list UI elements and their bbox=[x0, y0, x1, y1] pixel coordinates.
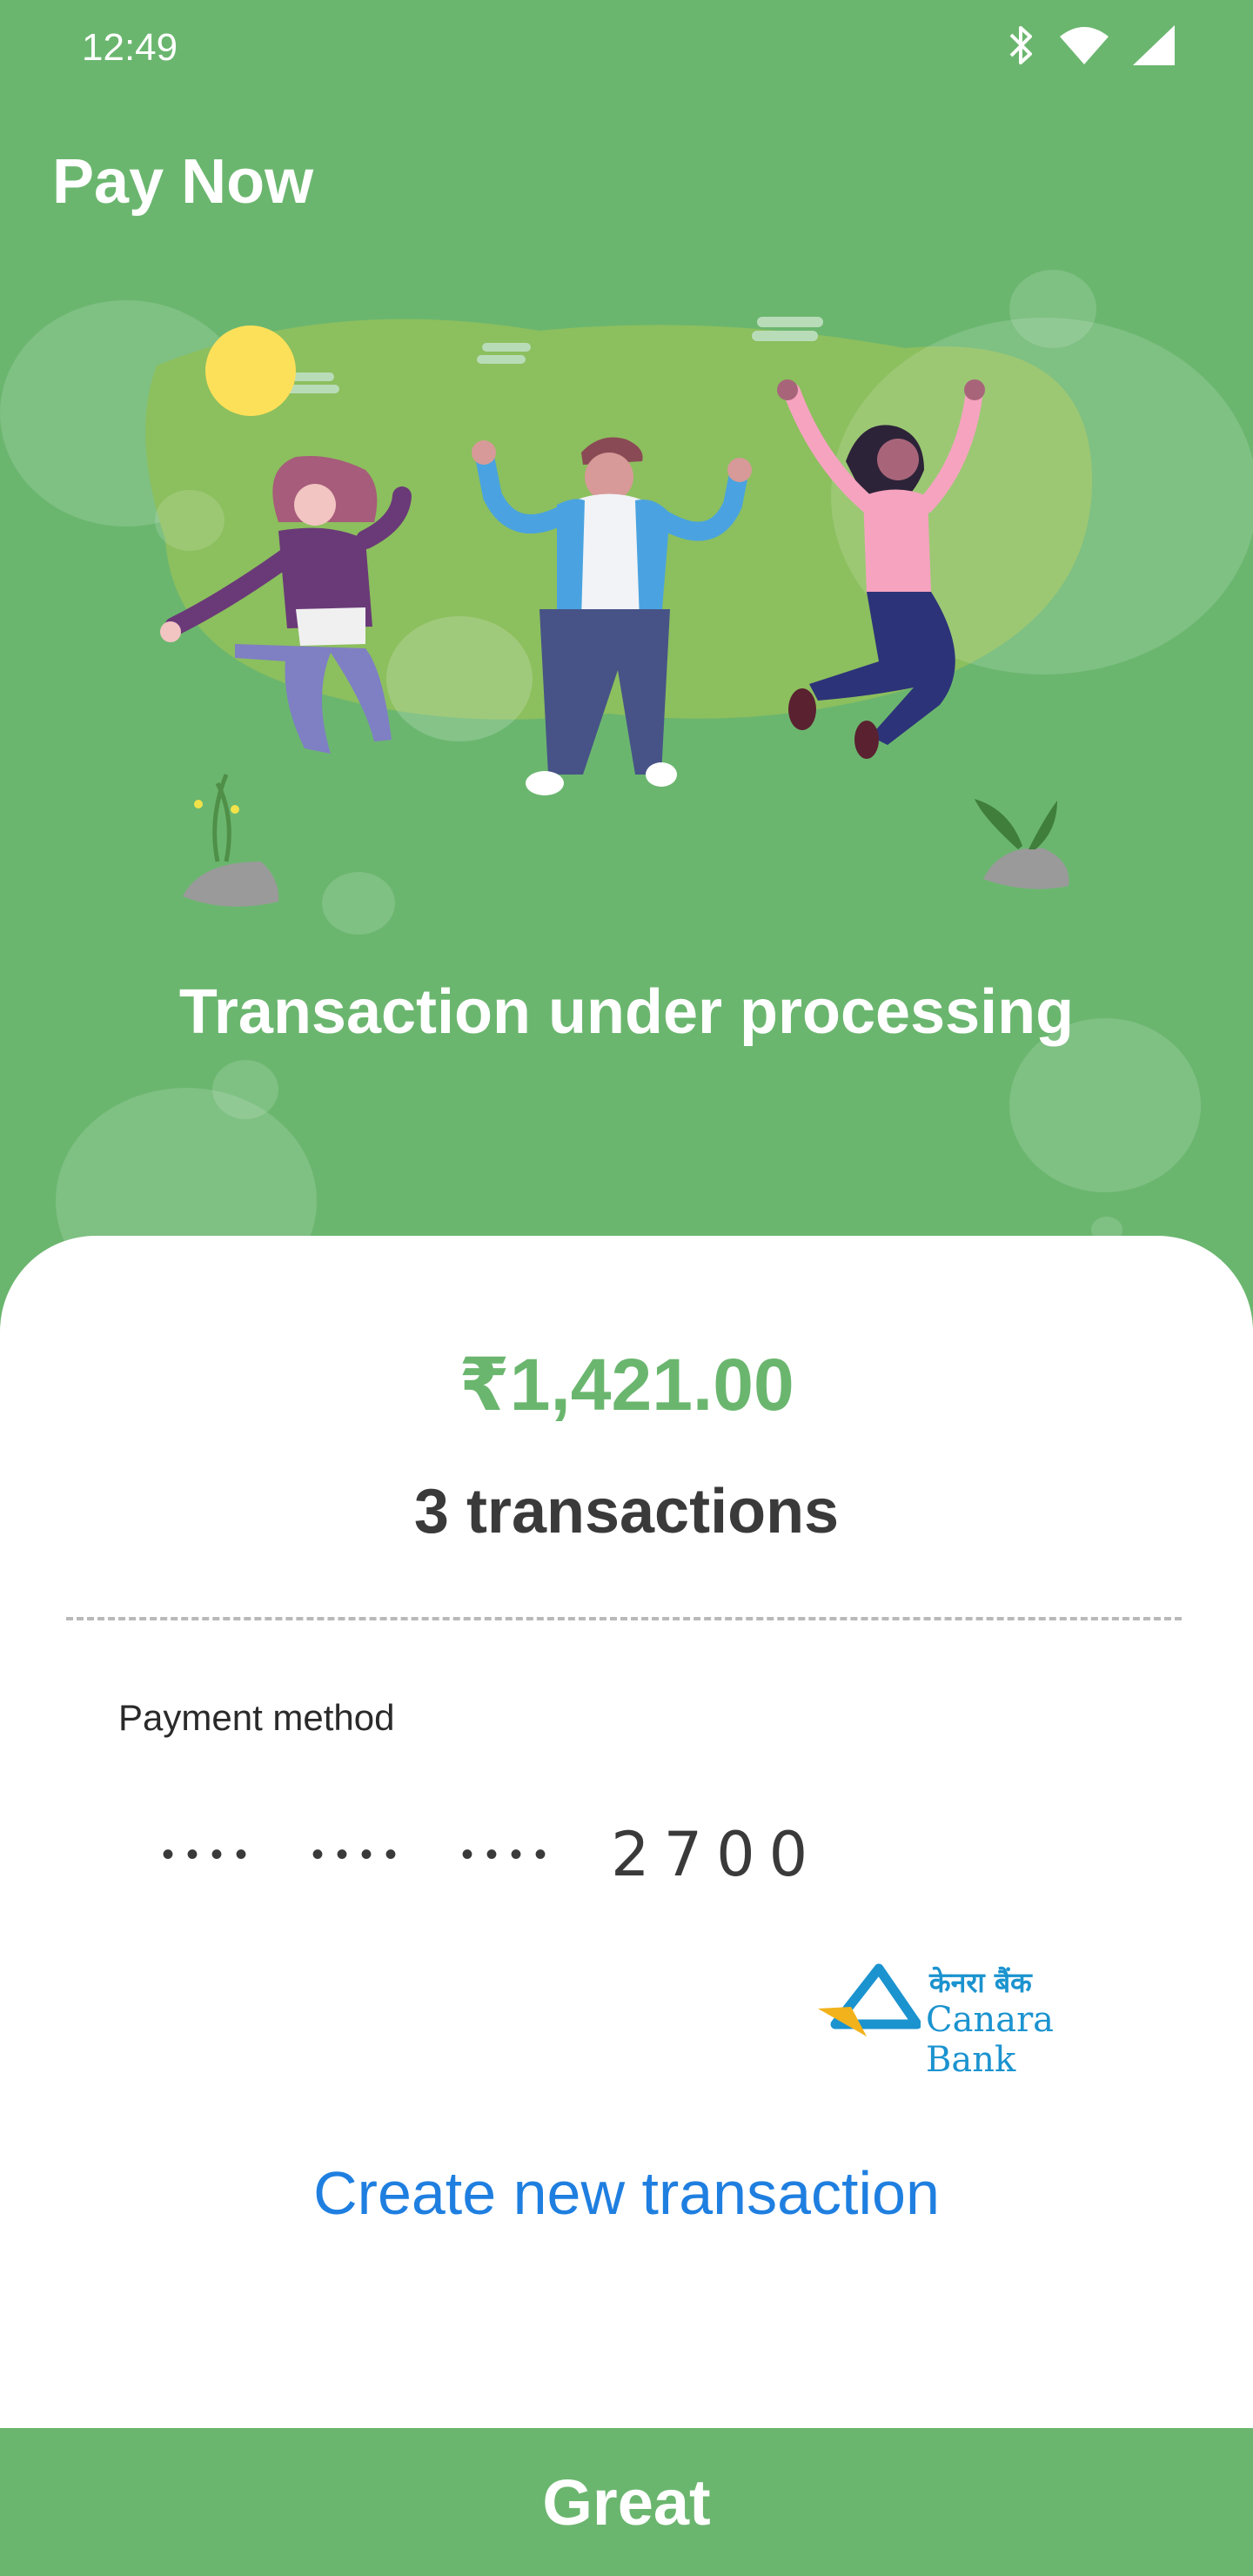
wifi-icon bbox=[1060, 27, 1109, 64]
card-mask-group: •••• bbox=[461, 1835, 559, 1874]
create-new-transaction-link[interactable]: Create new transaction bbox=[0, 2158, 1253, 2228]
card-last-four: 2700 bbox=[611, 1819, 822, 1890]
status-time: 12:49 bbox=[82, 26, 178, 69]
bank-name-hindi: केनरा बैंक bbox=[929, 1966, 1032, 1999]
great-button[interactable]: Great bbox=[0, 2428, 1253, 2576]
bank-name: Canara Bank bbox=[926, 2000, 1055, 2080]
masked-card-number: •••• •••• •••• 2700 bbox=[162, 1819, 821, 1890]
page-title: Pay Now bbox=[52, 147, 314, 217]
payment-method-label: Payment method bbox=[118, 1697, 395, 1738]
bluetooth-icon bbox=[1009, 26, 1032, 64]
dashed-divider bbox=[66, 1617, 1182, 1620]
canara-bank-logo-icon bbox=[818, 1963, 921, 2036]
hero-illustration bbox=[145, 317, 1253, 935]
transaction-amount: ₹1,421.00 bbox=[459, 1344, 794, 1426]
transaction-summary-card: ₹1,421.00 3 transactions Payment method … bbox=[0, 1236, 1253, 2428]
signal-icon bbox=[1133, 25, 1175, 65]
decor-bubble bbox=[212, 1060, 278, 1119]
card-mask-group: •••• bbox=[312, 1835, 410, 1874]
card-mask-group: •••• bbox=[162, 1835, 260, 1874]
bank-logo: केनरा बैंक Canara Bank bbox=[816, 1960, 1135, 2080]
status-bar: 12:49 bbox=[0, 0, 1253, 101]
transaction-count: 3 transactions bbox=[413, 1477, 840, 1546]
status-icons bbox=[1006, 23, 1176, 68]
transaction-status-message: Transaction under processing bbox=[178, 977, 1075, 1047]
